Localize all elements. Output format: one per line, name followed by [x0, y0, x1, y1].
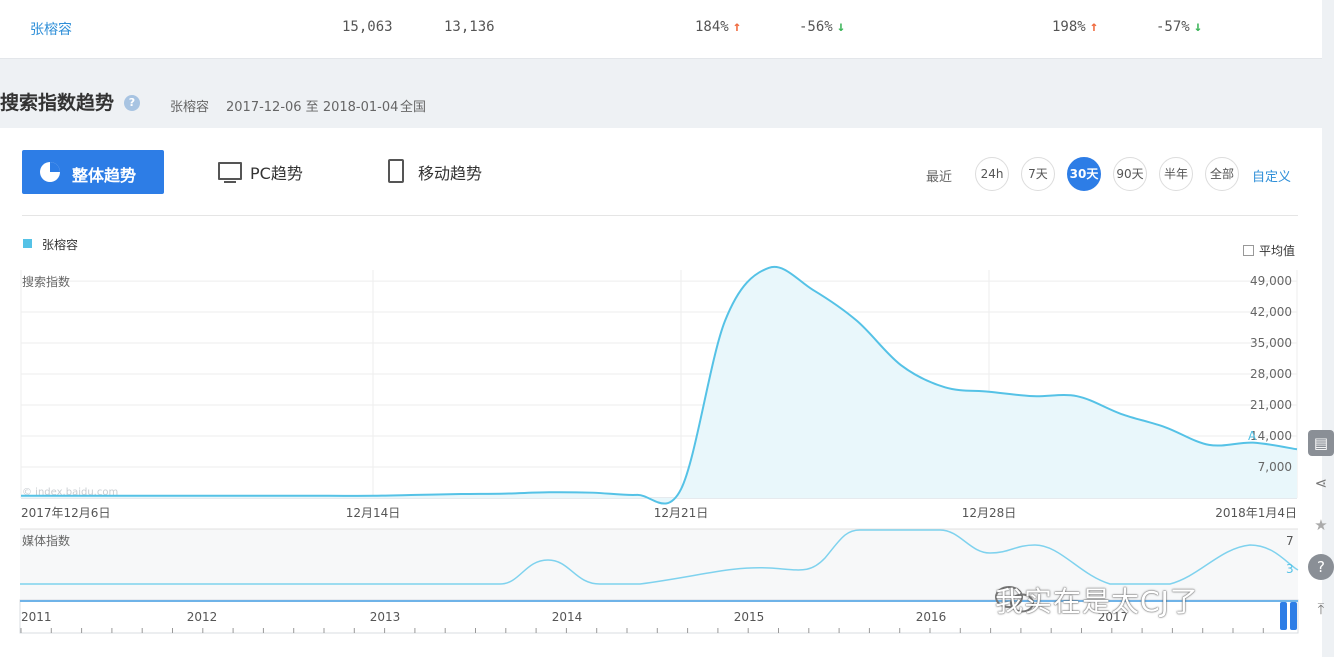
share-icon[interactable]: ⋖: [1308, 470, 1334, 496]
y-tick-label: 49,000: [1250, 274, 1292, 288]
trend-charts: 搜索指数 © index.baidu.com 7,00014,00021,000…: [19, 265, 1299, 634]
annotation-marker[interactable]: A: [1248, 429, 1257, 443]
x-tick-label: 12月21日: [654, 506, 709, 520]
side-toolbar: ▤ ⋖ ★ ? ⤒: [1302, 420, 1334, 620]
y-tick-label: 14,000: [1250, 429, 1292, 443]
navigator-handle-right[interactable]: [1290, 602, 1297, 630]
x-tick-label: 2017年12月6日: [21, 506, 110, 520]
timeline-year-label: 2014: [552, 610, 583, 624]
back-to-top-icon[interactable]: ⤒: [1308, 596, 1334, 622]
media-tick-3: 3: [1286, 562, 1294, 576]
search-index-title: 搜索指数: [22, 274, 70, 289]
timeline-year-label: 2011: [21, 610, 52, 624]
help-circle-icon[interactable]: ?: [1308, 554, 1334, 580]
x-axis-ticks: 2017年12月6日 12月14日 12月21日 12月28日 2018年1月4日: [21, 506, 1297, 520]
x-tick-label: 12月28日: [962, 506, 1017, 520]
navigator-handle-left[interactable]: [1280, 602, 1287, 630]
y-tick-label: 28,000: [1250, 367, 1292, 381]
star-icon[interactable]: ★: [1308, 512, 1334, 538]
timeline-year-label: 2016: [916, 610, 947, 624]
y-tick-label: 42,000: [1250, 305, 1292, 319]
y-tick-label: 35,000: [1250, 336, 1292, 350]
media-tick-7: 7: [1286, 534, 1294, 548]
search-series-area: [21, 266, 1297, 504]
timeline-year-label: 2015: [734, 610, 765, 624]
comment-icon[interactable]: ▤: [1308, 430, 1334, 456]
y-tick-label: 7,000: [1258, 460, 1292, 474]
timeline-year-label: 2012: [187, 610, 218, 624]
timeline-year-label: 2013: [370, 610, 401, 624]
x-tick-label: 2018年1月4日: [1215, 506, 1297, 520]
x-tick-label: 12月14日: [346, 506, 401, 520]
y-tick-label: 21,000: [1250, 398, 1292, 412]
watermark-text-overlay: 我实在是太CJ了: [995, 585, 1199, 618]
media-index-title: 媒体指数: [22, 533, 70, 548]
